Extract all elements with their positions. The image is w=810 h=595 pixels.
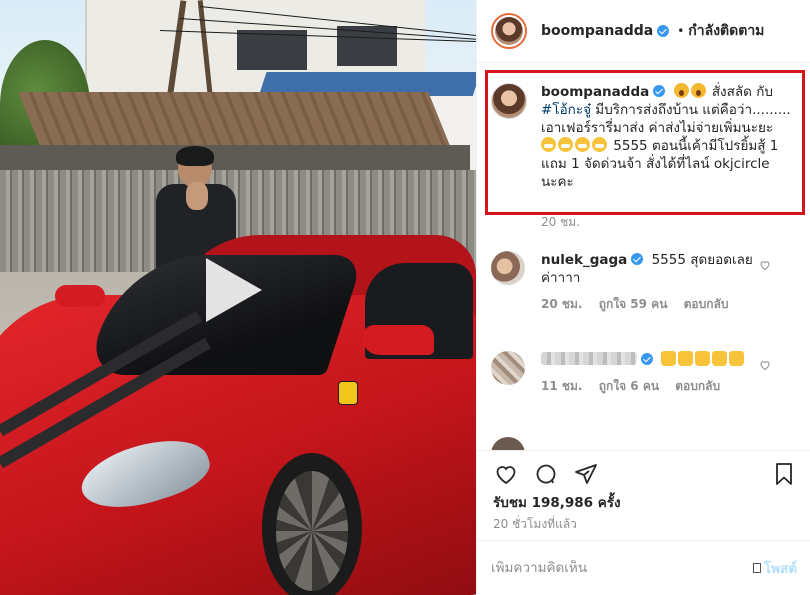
post-button[interactable]: โพสต์ <box>752 557 797 579</box>
comment-body: 11 ชม. ถูกใจ 6 คน ตอบกลับ <box>541 351 763 395</box>
comments-area[interactable]: boompanadda สั่งสลัด กับ #โอ้กะจู๋ มีบริ… <box>477 63 810 450</box>
share-icon[interactable] <box>571 459 601 489</box>
post-caption: boompanadda สั่งสลัด กับ #โอ้กะจู๋ มีบริ… <box>491 83 797 191</box>
comment-icon[interactable] <box>531 459 561 489</box>
comment-username[interactable]: nulek_gaga <box>541 252 627 268</box>
thumbs-up-emoji-icon <box>712 351 728 366</box>
thumbs-up-emoji-icon <box>695 351 711 366</box>
shocked-emoji-icon <box>673 83 689 98</box>
heart-icon[interactable] <box>491 459 521 489</box>
car-badge <box>338 381 358 405</box>
comment-item-partial <box>491 437 801 450</box>
comment-avatar[interactable] <box>491 437 525 450</box>
comment-body: nulek_gaga 5555 สุดยอดเลยค่าาาา 20 ชม. ถ… <box>541 251 763 313</box>
verified-badge-icon <box>641 353 653 365</box>
comment-time[interactable]: 20 ชม. <box>541 297 583 311</box>
reply-button[interactable]: ตอบกลับ <box>675 379 720 393</box>
avatar-image <box>495 17 523 45</box>
comment-input[interactable] <box>491 560 731 576</box>
comment-likes[interactable]: ถูกใจ 6 คน <box>599 379 659 393</box>
verified-badge-icon <box>653 85 666 97</box>
play-icon[interactable] <box>206 258 262 322</box>
bookmark-icon[interactable] <box>769 459 799 489</box>
shocked-emoji-icon <box>690 83 706 98</box>
comment-meta: 20 ชม. ถูกใจ 59 คน ตอบกลับ <box>541 295 763 313</box>
post-video[interactable] <box>0 0 476 595</box>
car-left-mirror <box>55 285 105 307</box>
comment-avatar[interactable] <box>491 251 525 285</box>
post-panel: boompanadda • กำลังติดตาม boompanadda สั… <box>476 0 810 595</box>
comment-time[interactable]: 11 ชม. <box>541 379 583 393</box>
verified-badge-icon <box>657 25 670 37</box>
caption-text-part: สั่งสลัด กับ <box>711 84 773 100</box>
caption-avatar[interactable] <box>491 83 527 119</box>
car-wheel <box>262 453 362 595</box>
thumbs-up-emoji-icon <box>661 351 677 366</box>
thumbs-up-emoji-icon <box>678 351 694 366</box>
grin-emoji-icon <box>558 137 573 152</box>
comment-meta: 11 ชม. ถูกใจ 6 คน ตอบกลับ <box>541 377 763 395</box>
comment-item: 11 ชม. ถูกใจ 6 คน ตอบกลับ <box>491 351 801 395</box>
post-actions: รับชม 198,986 ครั้ง 20 ชั่วโมงที่แล้ว <box>477 450 810 540</box>
comment-heart-icon[interactable] <box>759 359 771 371</box>
car-right-mirror <box>362 325 434 355</box>
header-username[interactable]: boompanadda <box>541 23 653 39</box>
comment-heart-icon[interactable] <box>759 259 771 271</box>
post-button-label: โพสต์ <box>763 561 797 577</box>
comment-avatar[interactable] <box>491 351 525 385</box>
caption-time[interactable]: 20 ชม. <box>541 213 580 232</box>
verified-badge-icon <box>631 253 644 265</box>
caption-hashtag[interactable]: #โอ้กะจู๋ <box>541 102 591 118</box>
header-separator: • <box>677 24 685 38</box>
video-rusty-roof <box>18 92 452 150</box>
post-age[interactable]: 20 ชั่วโมงที่แล้ว <box>493 515 577 534</box>
caption-username[interactable]: boompanadda <box>541 84 649 100</box>
grin-emoji-icon <box>592 137 607 152</box>
view-count[interactable]: รับชม 198,986 ครั้ง <box>493 491 621 513</box>
grin-emoji-icon <box>541 137 556 152</box>
post-header: boompanadda • กำลังติดตาม <box>477 0 810 63</box>
car-rim <box>276 471 348 591</box>
avatar[interactable] <box>491 13 527 49</box>
thumbs-up-emoji-icon <box>729 351 745 366</box>
comment-likes[interactable]: ถูกใจ 59 คน <box>599 297 668 311</box>
reply-button[interactable]: ตอบกลับ <box>684 297 729 311</box>
grin-emoji-icon <box>575 137 590 152</box>
cursor-icon <box>752 563 761 573</box>
comment-username-blurred[interactable] <box>541 352 637 365</box>
add-comment-bar: โพสต์ <box>477 540 810 595</box>
comment-item: nulek_gaga 5555 สุดยอดเลยค่าาาา 20 ชม. ถ… <box>491 251 801 313</box>
person-hair <box>176 146 214 166</box>
person-hands <box>186 182 208 210</box>
video-window <box>237 30 307 70</box>
caption-text: boompanadda สั่งสลัด กับ #โอ้กะจู๋ มีบริ… <box>541 83 791 191</box>
following-button[interactable]: กำลังติดตาม <box>688 20 764 42</box>
